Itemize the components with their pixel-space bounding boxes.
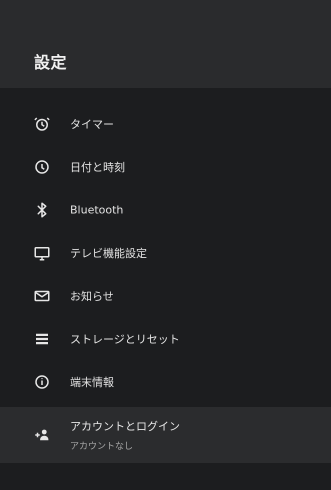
info-icon xyxy=(33,373,51,391)
alarm-icon xyxy=(33,115,51,133)
account-label-group: アカウントとログイン アカウントなし xyxy=(70,418,180,452)
menu-item-label-storage-reset: ストレージとリセット xyxy=(70,332,180,346)
clock-icon xyxy=(33,158,51,176)
menu-item-notifications[interactable]: お知らせ xyxy=(0,274,331,317)
menu-item-timer[interactable]: タイマー xyxy=(0,102,331,145)
menu-item-label-date-time: 日付と時刻 xyxy=(70,160,125,174)
account-sublabel: アカウントなし xyxy=(70,442,134,452)
menu-item-label-device-info: 端末情報 xyxy=(70,375,114,389)
page-title: 設定 xyxy=(34,53,68,72)
settings-panel: 設定 タイマー 日付と時刻 Bluetooth テレビ機能設定 お知らせ ストレ… xyxy=(0,0,331,490)
menu-item-device-info[interactable]: 端末情報 xyxy=(0,360,331,403)
menu-item-account-login[interactable]: アカウントとログイン アカウントなし xyxy=(0,407,331,463)
menu-item-tv-settings[interactable]: テレビ機能設定 xyxy=(0,231,331,274)
menu-item-label-tv-settings: テレビ機能設定 xyxy=(70,246,147,260)
menu-item-bluetooth[interactable]: Bluetooth xyxy=(0,188,331,231)
account-label: アカウントとログイン xyxy=(70,420,180,433)
menu-item-label-notifications: お知らせ xyxy=(70,289,114,303)
menu-item-date-time[interactable]: 日付と時刻 xyxy=(0,145,331,188)
menu-item-storage-reset[interactable]: ストレージとリセット xyxy=(0,317,331,360)
settings-header: 設定 xyxy=(0,0,331,88)
settings-menu: タイマー 日付と時刻 Bluetooth テレビ機能設定 お知らせ ストレージと… xyxy=(0,102,331,463)
add-person-icon xyxy=(33,426,51,444)
bluetooth-icon xyxy=(33,201,51,219)
storage-icon xyxy=(33,330,51,348)
mail-icon xyxy=(33,287,51,305)
menu-item-label-bluetooth: Bluetooth xyxy=(70,203,124,216)
tv-icon xyxy=(33,244,51,262)
menu-item-label-timer: タイマー xyxy=(70,117,114,131)
